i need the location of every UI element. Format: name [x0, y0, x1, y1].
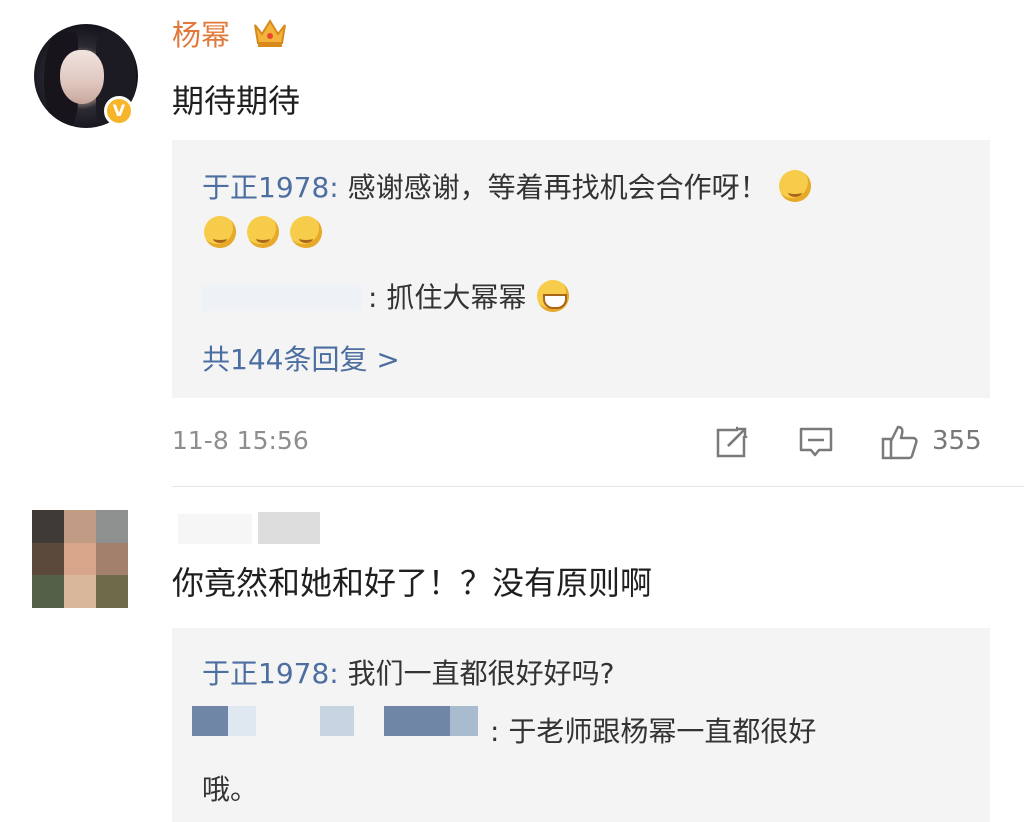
grin-emoji-icon	[537, 280, 570, 312]
verified-badge: V	[104, 96, 134, 126]
emoji-row	[202, 216, 322, 250]
reply-item: : 抓住大幂幂	[202, 276, 570, 316]
reply-text: 于老师跟杨幂一直都很好	[499, 715, 817, 748]
reply-text: 我们一直都很好好吗?	[338, 657, 615, 690]
redacted-username-block	[192, 706, 228, 736]
thinking-emoji-icon	[289, 216, 322, 248]
divider	[172, 486, 1024, 487]
reply-item: 于正1978: 感谢感谢，等着再找机会合作呀！	[202, 166, 811, 206]
share-icon[interactable]	[714, 424, 750, 460]
reply-box: 于正1978: 我们一直都很好好吗? : 于老师跟杨幂一直都很好 哦。	[172, 628, 990, 822]
reply-author[interactable]: 于正1978	[202, 657, 329, 690]
thinking-emoji-icon	[246, 216, 279, 248]
timestamp: 11-8 15:56	[172, 426, 309, 455]
redacted-username[interactable]	[202, 285, 362, 311]
comment-icon[interactable]	[798, 424, 834, 460]
crown-icon	[254, 19, 286, 47]
redacted-username-block	[320, 706, 354, 736]
redacted-username-block	[384, 706, 450, 736]
comment-text: 你竟然和她和好了！？没有原则啊	[172, 564, 653, 602]
reply-text-continued: 哦。	[202, 773, 259, 806]
username[interactable]: 杨幂	[172, 12, 230, 54]
thinking-emoji-icon	[204, 216, 236, 248]
redacted-username-block	[258, 512, 320, 544]
like-count: 355	[932, 426, 982, 456]
redacted-username[interactable]	[178, 514, 252, 544]
reply-box: 于正1978: 感谢感谢，等着再找机会合作呀！ : 抓住大幂幂 共144条回复 …	[172, 140, 990, 398]
redacted-username-block	[450, 706, 478, 736]
reply-text: 抓住大幂幂	[377, 281, 527, 314]
comment-text: 期待期待	[172, 82, 301, 120]
reply-author[interactable]: 于正1978	[202, 171, 329, 204]
avatar[interactable]	[32, 510, 128, 608]
reply-item: : 于老师跟杨幂一直都很好	[490, 715, 817, 748]
thumbs-up-icon[interactable]	[880, 422, 920, 462]
more-replies-link[interactable]: 共144条回复 >	[202, 338, 400, 378]
reply-item: 于正1978: 我们一直都很好好吗?	[202, 657, 615, 690]
reply-text: 感谢感谢，等着再找机会合作呀！	[338, 171, 768, 204]
redacted-username-block	[228, 706, 256, 736]
thinking-emoji-icon	[778, 170, 811, 202]
